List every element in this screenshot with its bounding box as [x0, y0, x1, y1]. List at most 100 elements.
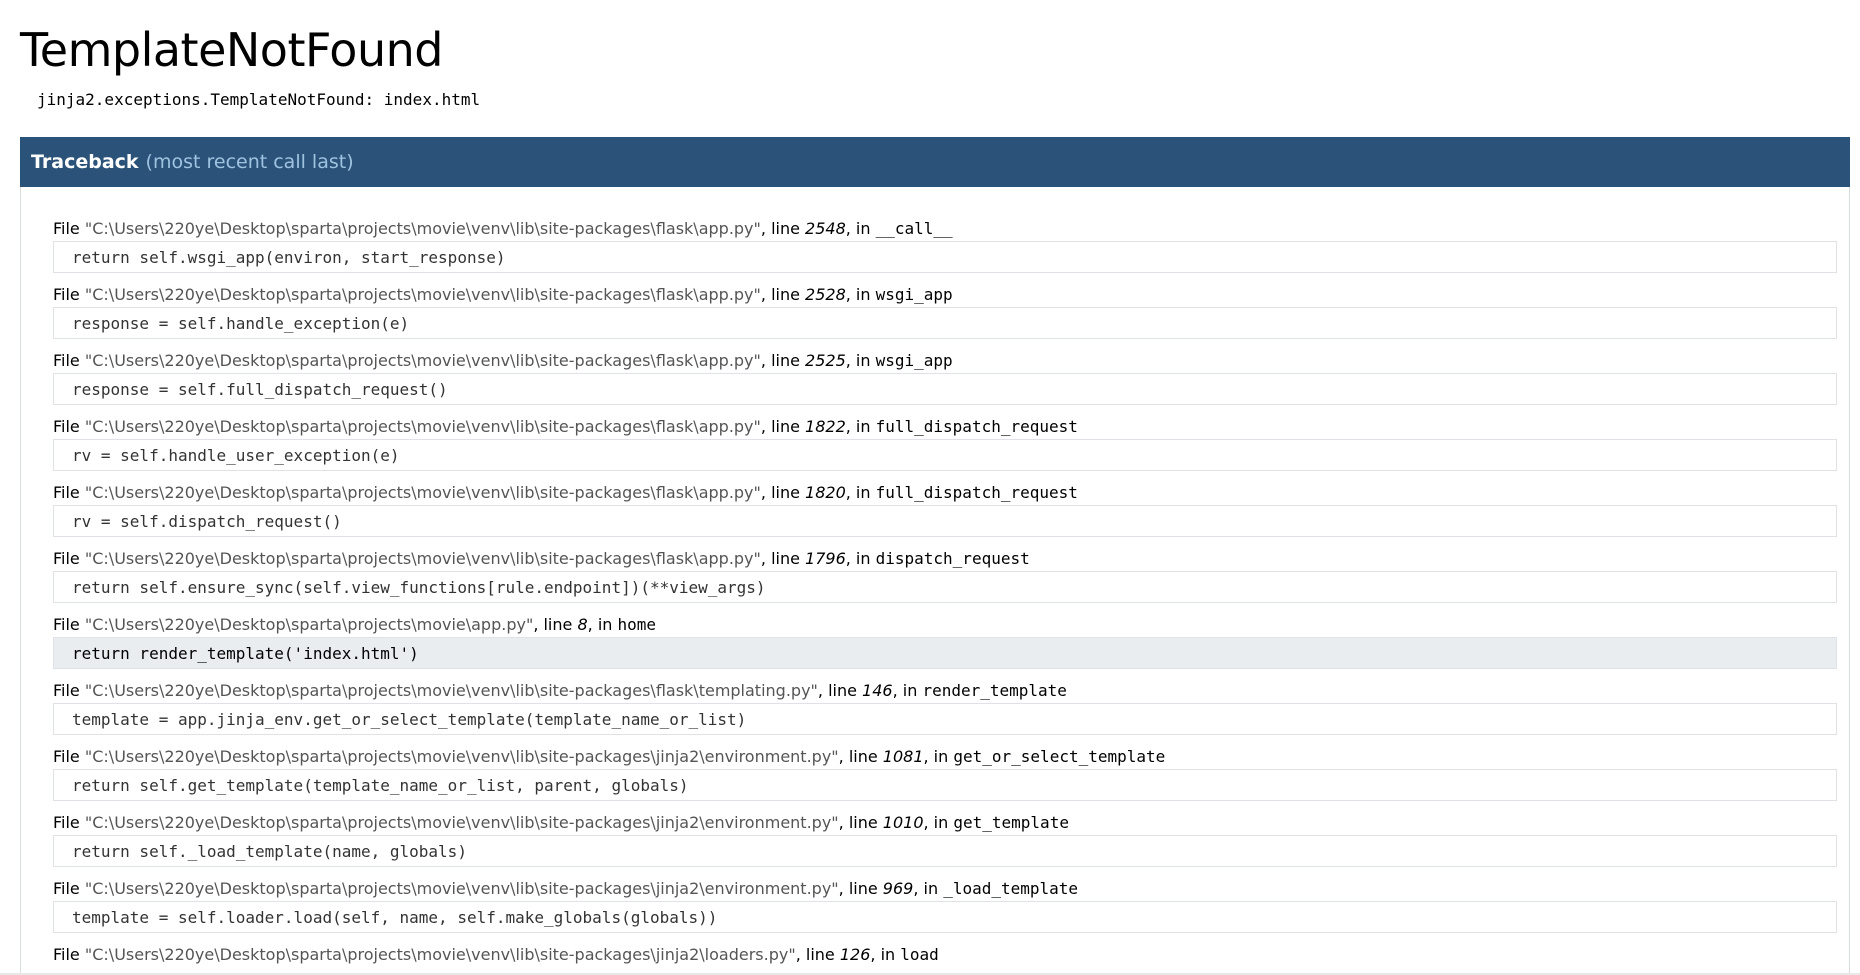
frame-line-number: 1822 [805, 417, 846, 436]
frame-filename: "C:\Users\220ye\Desktop\sparta\projects\… [84, 879, 839, 898]
line-label: line [828, 681, 857, 700]
traceback-frame: File "C:\Users\220ye\Desktop\sparta\proj… [53, 943, 1837, 967]
in-label: in [597, 615, 613, 634]
line-label: line [771, 351, 800, 370]
frame-line-number: 2525 [805, 351, 846, 370]
frame-source-line[interactable]: rv = self.handle_user_exception(e) [53, 439, 1837, 471]
frame-source-line[interactable]: response = self.full_dispatch_request() [53, 373, 1837, 405]
frame-function: get_or_select_template [953, 747, 1166, 766]
error-message: jinja2.exceptions.TemplateNotFound: inde… [37, 90, 481, 109]
frame-source-line[interactable]: response = self.handle_exception(e) [53, 307, 1837, 339]
line-label: line [805, 945, 835, 964]
in-label: in [855, 483, 871, 502]
frame-function: wsgi_app [875, 285, 953, 304]
frame-source-line[interactable]: return render_template('index.html') [53, 637, 1837, 669]
line-label: line [771, 219, 800, 238]
frame-line-number: 2548 [805, 219, 846, 238]
traceback-frame: File "C:\Users\220ye\Desktop\sparta\proj… [53, 613, 1837, 669]
in-label: in [855, 417, 871, 436]
file-label: File [53, 813, 80, 832]
traceback-subtitle: (most recent call last) [145, 151, 354, 173]
frame-location: File "C:\Users\220ye\Desktop\sparta\proj… [53, 879, 1079, 898]
line-label: line [771, 285, 800, 304]
frame-function: load [900, 945, 939, 964]
frame-location: File "C:\Users\220ye\Desktop\sparta\proj… [53, 615, 657, 634]
in-label: in [933, 813, 949, 832]
frame-location: File "C:\Users\220ye\Desktop\sparta\proj… [53, 549, 1030, 568]
frame-location: File "C:\Users\220ye\Desktop\sparta\proj… [53, 813, 1069, 832]
frame-filename: "C:\Users\220ye\Desktop\sparta\projects\… [84, 615, 534, 634]
in-label: in [855, 549, 871, 568]
frame-source-line[interactable]: template = self.loader.load(self, name, … [53, 901, 1837, 933]
file-label: File [53, 285, 80, 304]
frame-line-number: 1796 [805, 549, 846, 568]
file-label: File [53, 549, 80, 568]
traceback-header: Traceback (most recent call last) [20, 137, 1850, 187]
frame-function: home [617, 615, 657, 634]
frame-function: _load_template [943, 879, 1079, 898]
frame-filename: "C:\Users\220ye\Desktop\sparta\projects\… [84, 285, 761, 304]
frame-function: full_dispatch_request [875, 417, 1078, 436]
traceback-frame: File "C:\Users\220ye\Desktop\sparta\proj… [53, 547, 1837, 603]
line-label: line [848, 813, 878, 832]
line-label: line [543, 615, 573, 634]
file-label: File [53, 219, 80, 238]
frame-filename: "C:\Users\220ye\Desktop\sparta\projects\… [84, 549, 761, 568]
frame-function: dispatch_request [875, 549, 1030, 568]
frame-function: get_template [953, 813, 1069, 832]
file-label: File [53, 879, 80, 898]
frame-location: File "C:\Users\220ye\Desktop\sparta\proj… [53, 747, 1166, 766]
traceback-frame: File "C:\Users\220ye\Desktop\sparta\proj… [53, 745, 1837, 801]
frame-function: wsgi_app [875, 351, 953, 370]
traceback-frame: File "C:\Users\220ye\Desktop\sparta\proj… [53, 349, 1837, 405]
in-label: in [933, 747, 949, 766]
line-label: line [771, 483, 800, 502]
frame-filename: "C:\Users\220ye\Desktop\sparta\projects\… [84, 945, 796, 964]
frame-source-line[interactable]: template = app.jinja_env.get_or_select_t… [53, 703, 1837, 735]
frame-filename: "C:\Users\220ye\Desktop\sparta\projects\… [84, 219, 761, 238]
file-label: File [53, 945, 80, 964]
traceback-frame: File "C:\Users\220ye\Desktop\sparta\proj… [53, 217, 1837, 273]
frame-filename: "C:\Users\220ye\Desktop\sparta\projects\… [84, 747, 839, 766]
frame-filename: "C:\Users\220ye\Desktop\sparta\projects\… [84, 681, 818, 700]
frame-source-line[interactable]: return self.ensure_sync(self.view_functi… [53, 571, 1837, 603]
error-page: TemplateNotFound jinja2.exceptions.Templ… [0, 0, 1860, 975]
file-label: File [53, 615, 80, 634]
in-label: in [855, 285, 871, 304]
frame-line-number: 146 [862, 681, 893, 700]
frame-filename: "C:\Users\220ye\Desktop\sparta\projects\… [84, 351, 761, 370]
file-label: File [53, 681, 80, 700]
traceback-frame: File "C:\Users\220ye\Desktop\sparta\proj… [53, 679, 1837, 735]
traceback-frame: File "C:\Users\220ye\Desktop\sparta\proj… [53, 415, 1837, 471]
line-label: line [848, 879, 878, 898]
frame-line-number: 1820 [805, 483, 846, 502]
frame-line-number: 8 [577, 615, 588, 634]
page-title: TemplateNotFound [20, 23, 443, 77]
frame-location: File "C:\Users\220ye\Desktop\sparta\proj… [53, 945, 939, 964]
frame-source-line[interactable]: return self.wsgi_app(environ, start_resp… [53, 241, 1837, 273]
frame-line-number: 1081 [882, 747, 924, 766]
frame-line-number: 126 [839, 945, 871, 964]
frame-location: File "C:\Users\220ye\Desktop\sparta\proj… [53, 219, 953, 238]
in-label: in [923, 879, 939, 898]
frame-function: __call__ [875, 219, 953, 238]
frame-location: File "C:\Users\220ye\Desktop\sparta\proj… [53, 351, 953, 370]
traceback-frame: File "C:\Users\220ye\Desktop\sparta\proj… [53, 283, 1837, 339]
frame-function: full_dispatch_request [875, 483, 1078, 502]
file-label: File [53, 747, 80, 766]
frame-source-line[interactable]: return self.get_template(template_name_o… [53, 769, 1837, 801]
frame-source-line[interactable]: rv = self.dispatch_request() [53, 505, 1837, 537]
line-label: line [771, 549, 800, 568]
traceback-frames: File "C:\Users\220ye\Desktop\sparta\proj… [20, 187, 1850, 975]
in-label: in [880, 945, 896, 964]
frame-location: File "C:\Users\220ye\Desktop\sparta\proj… [53, 483, 1078, 502]
frame-line-number: 2528 [805, 285, 846, 304]
in-label: in [855, 351, 871, 370]
line-label: line [771, 417, 800, 436]
frame-line-number: 1010 [882, 813, 924, 832]
in-label: in [855, 219, 871, 238]
traceback-title: Traceback [31, 151, 139, 173]
frame-location: File "C:\Users\220ye\Desktop\sparta\proj… [53, 681, 1067, 700]
frame-source-line[interactable]: return self._load_template(name, globals… [53, 835, 1837, 867]
frame-location: File "C:\Users\220ye\Desktop\sparta\proj… [53, 285, 953, 304]
